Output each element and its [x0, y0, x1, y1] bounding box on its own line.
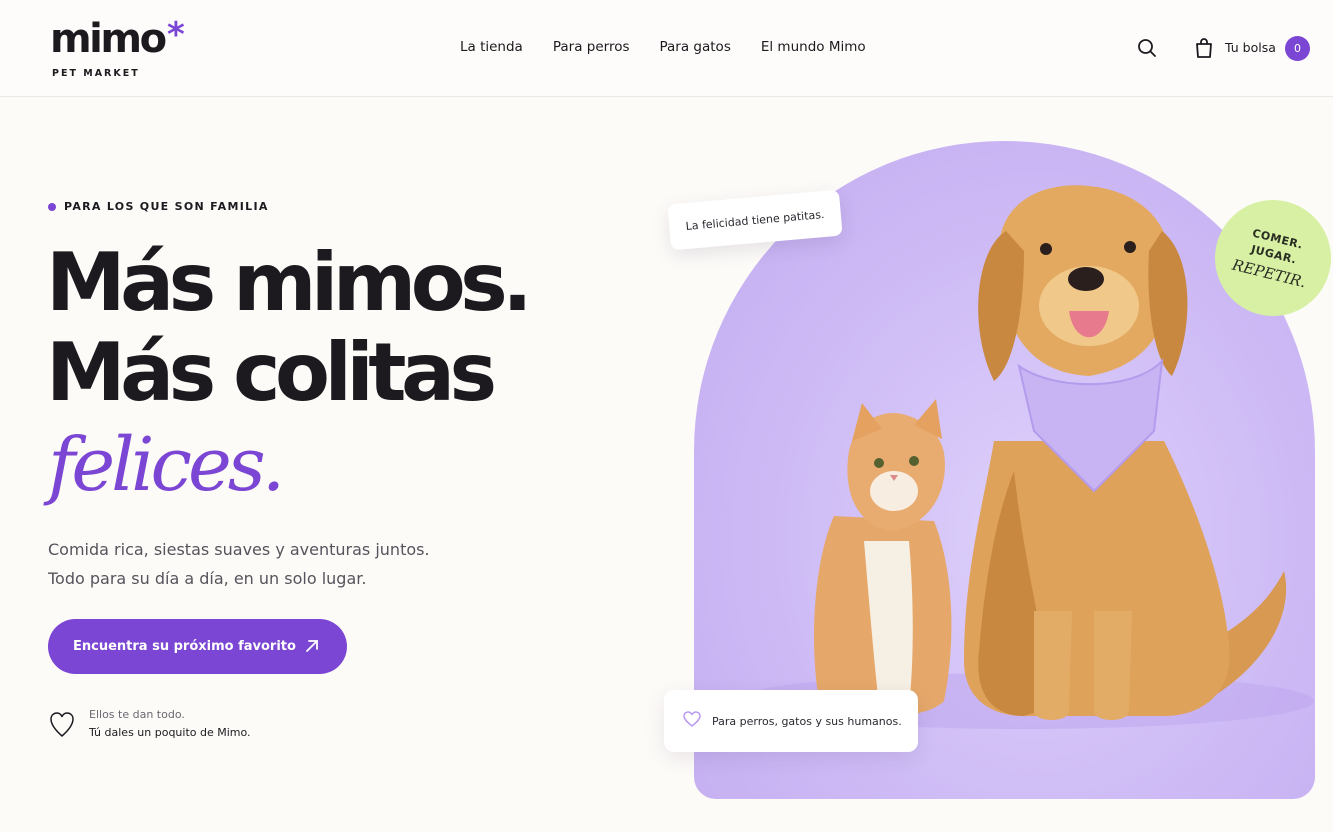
logo-wordmark: mimo — [50, 16, 167, 62]
hero-eyebrow: PARA LOS QUE SON FAMILIA — [48, 200, 269, 213]
logo-tagline: PET MARKET — [52, 68, 140, 79]
nav-item-para-perros[interactable]: Para perros — [553, 39, 630, 55]
audience-pill-text: Para perros, gatos y sus humanos. — [712, 714, 902, 728]
eyebrow-text: PARA LOS QUE SON FAMILIA — [64, 200, 269, 213]
bag-icon[interactable] — [1192, 36, 1216, 60]
arrow-up-right-icon — [303, 637, 321, 655]
headline-line-2: Más colitas — [46, 326, 497, 419]
cta-button[interactable]: Encuentra su próximo favorito — [48, 619, 347, 674]
site-header: mimo * PET MARKET La tienda Para perros … — [0, 0, 1333, 97]
headline-line-1: Más mimos. — [46, 236, 533, 329]
nav-item-la-tienda[interactable]: La tienda — [460, 39, 523, 55]
bag-count-badge: 0 — [1285, 36, 1310, 61]
main-nav: La tienda Para perros Para gatos El mund… — [460, 39, 866, 55]
note-line-1: Ellos te dan todo. — [89, 708, 185, 721]
note-line-2: Tú dales un poquito de Mimo. — [89, 726, 251, 739]
search-icon[interactable] — [1135, 36, 1159, 60]
lead-line-2: Todo para su día a día, en un solo lugar… — [48, 569, 367, 588]
bag-label[interactable]: Tu bolsa — [1225, 40, 1276, 55]
lead-line-1: Comida rica, siestas suaves y aventuras … — [48, 540, 430, 559]
cta-label: Encuentra su próximo favorito — [73, 639, 296, 654]
hero-lead: Comida rica, siestas suaves y aventuras … — [48, 535, 430, 593]
nav-item-el-mundo-mimo[interactable]: El mundo Mimo — [761, 39, 866, 55]
headline-line-3: felices. — [48, 422, 285, 508]
heart-icon — [48, 709, 76, 739]
asterisk-icon: * — [167, 15, 185, 55]
audience-pill: Para perros, gatos y sus humanos. — [664, 690, 918, 752]
heart-icon — [682, 709, 702, 733]
eyebrow-dot — [48, 202, 56, 211]
brand-logo[interactable]: mimo * PET MARKET — [50, 16, 185, 79]
nav-item-para-gatos[interactable]: Para gatos — [660, 39, 731, 55]
